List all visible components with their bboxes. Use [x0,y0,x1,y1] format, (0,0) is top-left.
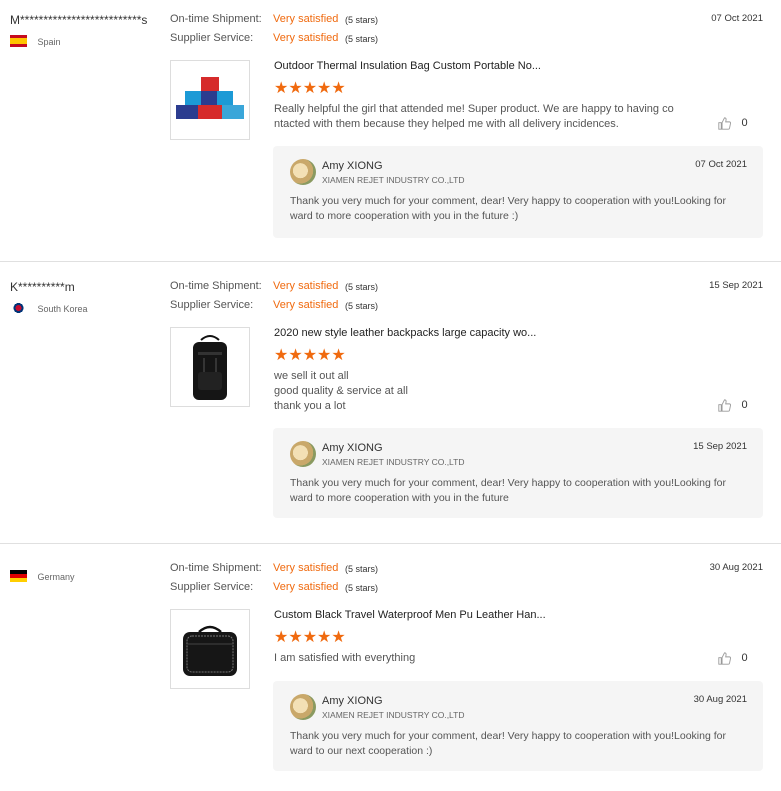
service-value: Very satisfied [273,581,339,593]
rating-stars: ★★★★★ [274,347,346,364]
reviewer-country: South Korea [10,299,88,317]
shipment-value: Very satisfied [273,13,339,25]
country-label: Germany [37,572,75,582]
shipment-label: On-time Shipment: [170,562,262,574]
review-card: Germany On-time Shipment: Very satisfied… [0,544,781,791]
reviewer-name: K**********m [10,280,75,294]
shipment-label: On-time Shipment: [170,280,262,292]
country-label: South Korea [37,304,88,314]
reply-text: Thank you very much for your comment, de… [290,730,726,757]
review-date: 30 Aug 2021 [709,562,763,573]
reply-text: Thank you very much for your comment, de… [290,477,726,504]
shipment-stars: (5 stars) [345,15,379,25]
like-button[interactable]: 0 [718,652,748,670]
review-text: I am satisfied with everything [274,652,416,664]
product-thumbnail[interactable] [170,60,250,140]
review-date: 07 Oct 2021 [711,13,763,24]
review-date: 15 Sep 2021 [709,280,763,291]
reviewer-name: M**************************s [10,13,148,27]
thumbs-up-icon [718,117,731,130]
reply-date: 15 Sep 2021 [693,441,747,452]
product-title-link[interactable]: 2020 new style leather backpacks large c… [274,327,536,339]
thumbs-up-icon [718,652,731,665]
shipment-label: On-time Shipment: [170,13,262,25]
like-button[interactable]: 0 [718,117,748,135]
product-thumbnail[interactable] [170,609,250,689]
shipment-stars: (5 stars) [345,564,379,574]
service-stars: (5 stars) [345,301,379,311]
reply-date: 07 Oct 2021 [695,159,747,170]
service-label: Supplier Service: [170,581,254,593]
service-label: Supplier Service: [170,32,254,44]
like-button[interactable]: 0 [718,399,748,417]
shipment-stars: (5 stars) [345,282,379,292]
supplier-reply: Amy XIONG XIAMEN REJET INDUSTRY CO.,LTD … [273,681,763,771]
germany-flag-icon [10,569,27,582]
service-stars: (5 stars) [345,34,379,44]
supplier-reply: Amy XIONG XIAMEN REJET INDUSTRY CO.,LTD … [273,428,763,518]
review-card: M**************************s Spain On-ti… [0,0,781,262]
reply-company: XIAMEN REJET INDUSTRY CO.,LTD [322,710,465,720]
rating-stars: ★★★★★ [274,629,346,646]
service-label: Supplier Service: [170,299,254,311]
avatar [290,159,316,185]
product-thumbnail[interactable] [170,327,250,407]
reviewer-country: Germany [10,567,74,585]
avatar [290,694,316,720]
south-korea-flag-icon [10,301,27,314]
like-count: 0 [741,399,748,411]
shipment-value: Very satisfied [273,562,339,574]
service-stars: (5 stars) [345,583,379,593]
country-label: Spain [37,37,61,47]
like-count: 0 [741,117,748,129]
reply-company: XIAMEN REJET INDUSTRY CO.,LTD [322,457,465,467]
review-card: K**********m South Korea On-time Shipmen… [0,262,781,544]
review-text: Really helpful the girl that attended me… [274,103,674,130]
reply-text: Thank you very much for your comment, de… [290,195,726,222]
like-count: 0 [741,652,748,664]
reply-date: 30 Aug 2021 [693,694,747,705]
rating-stars: ★★★★★ [274,80,346,97]
reply-name: Amy XIONG [322,442,383,454]
supplier-reply: Amy XIONG XIAMEN REJET INDUSTRY CO.,LTD … [273,146,763,238]
thumbs-up-icon [718,399,731,412]
product-title-link[interactable]: Outdoor Thermal Insulation Bag Custom Po… [274,60,541,72]
reply-name: Amy XIONG [322,160,383,172]
shipment-value: Very satisfied [273,280,339,292]
service-value: Very satisfied [273,32,339,44]
service-value: Very satisfied [273,299,339,311]
product-title-link[interactable]: Custom Black Travel Waterproof Men Pu Le… [274,609,546,621]
reply-name: Amy XIONG [322,695,383,707]
review-text: we sell it out all good quality & servic… [274,370,408,412]
spain-flag-icon [10,34,27,47]
reviewer-country: Spain [10,32,60,50]
avatar [290,441,316,467]
reply-company: XIAMEN REJET INDUSTRY CO.,LTD [322,175,465,185]
